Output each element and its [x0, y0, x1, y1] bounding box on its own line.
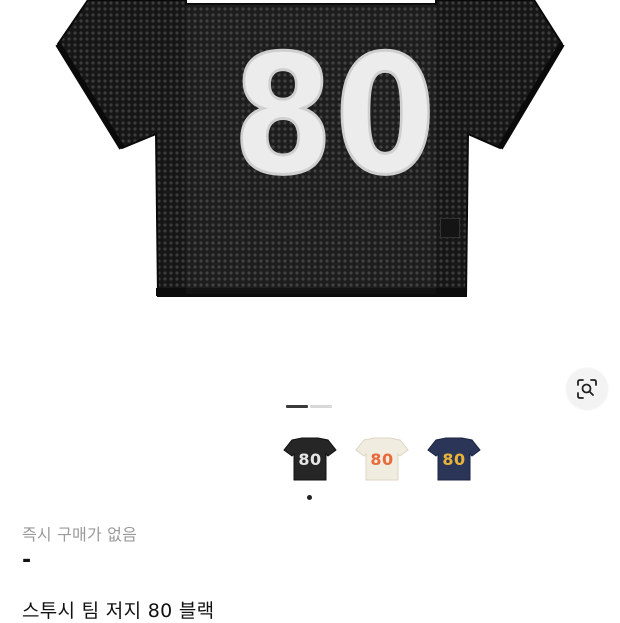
carousel-indicator — [286, 405, 332, 408]
lens-search-icon — [577, 379, 597, 399]
buy-now-status: 즉시 구매가 없음 — [22, 525, 138, 544]
price: - — [22, 548, 32, 573]
variant-cream[interactable]: 80 — [354, 436, 410, 484]
variant-number: 80 — [370, 450, 394, 469]
product-name: 스투시 팀 저지 80 블랙 — [22, 600, 215, 622]
visual-search-button[interactable] — [566, 368, 608, 410]
product-image[interactable]: 80 — [0, 0, 620, 400]
variant-navy[interactable]: 80 — [426, 436, 482, 484]
carousel-indicator-active — [286, 405, 308, 408]
variant-black[interactable]: 80 — [282, 436, 338, 484]
selected-variant-dot — [307, 495, 312, 500]
variant-number: 80 — [298, 450, 322, 469]
color-variant-list: 80 80 80 — [282, 436, 482, 484]
variant-number: 80 — [442, 450, 466, 469]
jersey-number: 80 — [231, 20, 438, 211]
hem-tag — [440, 218, 460, 238]
carousel-indicator-inactive — [310, 405, 332, 408]
